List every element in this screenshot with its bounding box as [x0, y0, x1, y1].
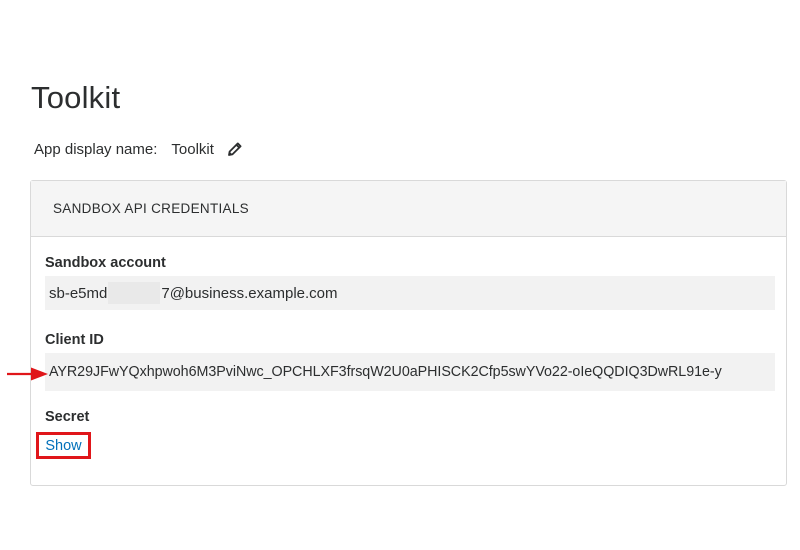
redaction-block: [108, 282, 161, 304]
display-name-value: Toolkit: [171, 140, 214, 158]
sandbox-account-value-end: 7@business.example.com: [161, 284, 338, 302]
show-secret-link[interactable]: Show: [36, 432, 91, 459]
sandbox-account-field: sb-e5md 7@business.example.com: [45, 276, 775, 310]
card-header: SANDBOX API CREDENTIALS: [31, 181, 786, 237]
sandbox-credentials-card: SANDBOX API CREDENTIALS Sandbox account …: [30, 180, 787, 486]
secret-label: Secret: [45, 409, 90, 425]
client-id-label: Client ID: [45, 332, 104, 348]
sandbox-account-label: Sandbox account: [45, 255, 166, 271]
client-id-field[interactable]: AYR29JFwYQxhpwoh6M3PviNwc_OPCHLXF3frsqW2…: [45, 353, 775, 391]
pencil-icon[interactable]: [226, 140, 244, 158]
red-arrow-icon: [7, 366, 49, 387]
sandbox-account-value-start: sb-e5md: [49, 284, 108, 302]
app-page: Toolkit App display name: Toolkit SANDBO…: [0, 0, 800, 550]
display-name-label: App display name:: [34, 140, 158, 158]
app-display-name-row: App display name: Toolkit: [34, 140, 244, 158]
page-title: Toolkit: [31, 80, 121, 115]
